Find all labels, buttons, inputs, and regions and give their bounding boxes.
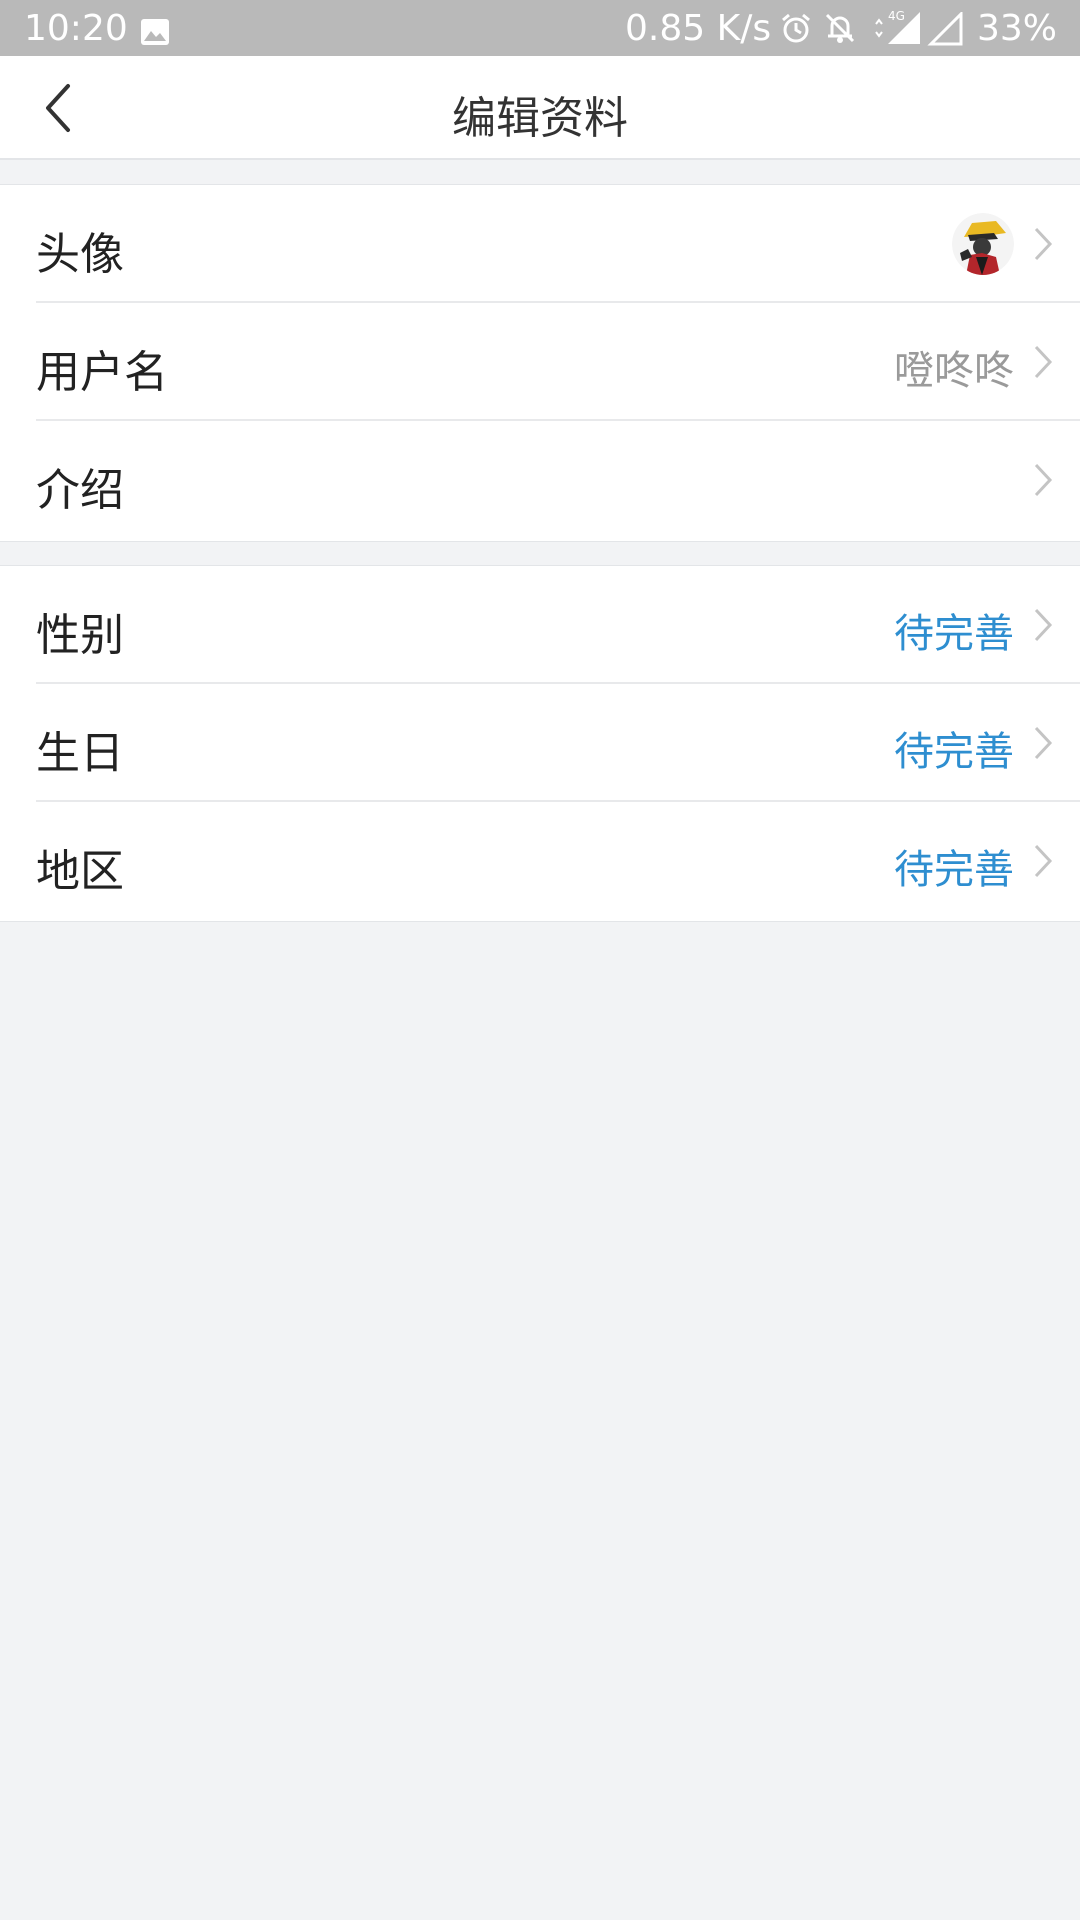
username-value: 噔咚咚 — [894, 348, 1014, 394]
avatar-label: 头像 — [36, 229, 124, 280]
username-label: 用户名 — [36, 347, 168, 398]
chevron-right-icon — [1034, 463, 1053, 497]
profile-group-details: 性别 待完善 生日 待完善 地区 待完善 — [0, 565, 1080, 922]
battery-level: 33% — [977, 8, 1058, 49]
profile-group-basic: 头像 用户名 噔咚咚 介绍 — [0, 184, 1080, 542]
birthday-label: 生日 — [36, 728, 124, 779]
chevron-right-icon — [1034, 227, 1053, 261]
network-4g-icon: 4G — [868, 8, 924, 57]
gender-value: 待完善 — [894, 611, 1014, 657]
chevron-right-icon — [1034, 726, 1053, 760]
network-type-label: 4G — [888, 9, 905, 23]
avatar-row[interactable]: 头像 — [0, 185, 1080, 303]
signal-icon — [927, 10, 963, 55]
username-row[interactable]: 用户名 噔咚咚 — [0, 303, 1080, 421]
alarm-icon — [780, 12, 812, 53]
gender-label: 性别 — [36, 610, 124, 661]
title-bar: 编辑资料 — [0, 56, 1080, 160]
gender-row[interactable]: 性别 待完善 — [0, 566, 1080, 684]
status-bar: 10:20 0.85 K/s 4G 33% — [0, 0, 1080, 56]
region-row[interactable]: 地区 待完善 — [0, 802, 1080, 920]
chevron-right-icon — [1034, 844, 1053, 878]
intro-row[interactable]: 介绍 — [0, 421, 1080, 539]
region-value: 待完善 — [894, 847, 1014, 893]
region-label: 地区 — [36, 846, 124, 897]
avatar — [952, 213, 1014, 275]
chevron-right-icon — [1034, 608, 1053, 642]
image-icon — [140, 14, 170, 55]
intro-label: 介绍 — [36, 465, 124, 516]
page-title: 编辑资料 — [452, 93, 628, 144]
bell-off-icon — [823, 12, 857, 53]
birthday-value: 待完善 — [894, 729, 1014, 775]
status-time: 10:20 — [24, 8, 128, 49]
birthday-row[interactable]: 生日 待完善 — [0, 684, 1080, 802]
chevron-right-icon — [1034, 345, 1053, 379]
network-speed: 0.85 K/s — [625, 8, 772, 49]
